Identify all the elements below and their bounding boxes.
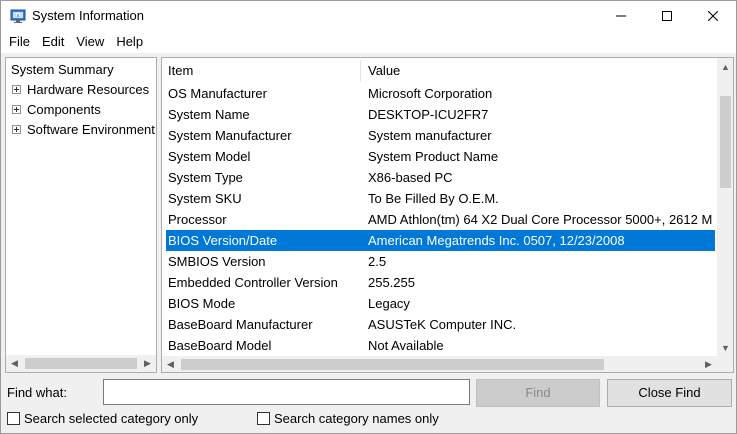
column-header-value[interactable]: Value (368, 58, 400, 84)
value-cell: To Be Filled By O.E.M. (368, 191, 499, 206)
menu-edit[interactable]: Edit (36, 31, 70, 53)
system-information-icon (10, 9, 26, 23)
minimize-button[interactable] (598, 1, 644, 31)
close-icon (708, 11, 718, 21)
window-title: System Information (32, 8, 144, 23)
app-window: System Information File Edit View Help S… (0, 0, 737, 434)
value-cell: 2.5 (368, 254, 387, 269)
item-cell: System SKU (168, 191, 242, 206)
table-row[interactable]: System Type X86-based PC (166, 167, 715, 188)
category-tree: System Summary Hardware Resources Compon… (5, 57, 157, 373)
tree-item-label: System Summary (11, 61, 114, 77)
find-what-label: Find what: (7, 385, 67, 400)
item-cell: System Model (168, 149, 251, 164)
table-row[interactable]: System Name DESKTOP-ICU2FR7 (166, 104, 715, 125)
value-cell: System manufacturer (368, 128, 492, 143)
scrollbar-thumb[interactable] (25, 358, 137, 369)
tree-item-components[interactable]: Components (12, 100, 101, 118)
tree-item-system-summary[interactable]: System Summary (8, 60, 117, 78)
menu-view[interactable]: View (70, 31, 110, 53)
menu-bar: File Edit View Help (1, 31, 736, 53)
scroll-right-icon[interactable]: ▶ (700, 356, 717, 372)
scroll-left-icon[interactable]: ◀ (6, 355, 23, 372)
tree-item-software-environment[interactable]: Software Environment (12, 120, 155, 138)
scroll-left-icon[interactable]: ◀ (162, 356, 179, 372)
table-row[interactable]: BIOS Version/Date American Megatrends Inc… (166, 230, 715, 251)
item-cell: System Type (168, 170, 243, 185)
expand-icon[interactable] (12, 104, 21, 114)
scrollbar-thumb[interactable] (720, 96, 731, 188)
list-vertical-scrollbar[interactable]: ▲ ▼ (717, 58, 733, 356)
checkbox-label: Search category names only (274, 411, 439, 426)
title-bar: System Information (1, 1, 736, 31)
item-cell: Embedded Controller Version (168, 275, 338, 290)
menu-help[interactable]: Help (110, 31, 149, 53)
details-list: Item Value OS Manufacturer Microsoft Corp… (161, 57, 734, 373)
value-cell: American Megatrends Inc. 0507, 12/23/200… (368, 233, 625, 248)
table-row[interactable]: Embedded Controller Version 255.255 (166, 272, 715, 293)
value-cell: Not Available (368, 338, 444, 353)
close-find-button[interactable]: Close Find (607, 379, 732, 407)
list-horizontal-scrollbar[interactable]: ◀ ▶ (162, 356, 717, 372)
table-row[interactable]: Processor AMD Athlon(tm) 64 X2 Dual Core … (166, 209, 715, 230)
search-selected-category-checkbox[interactable]: Search selected category only (7, 411, 198, 426)
value-cell: X86-based PC (368, 170, 453, 185)
scrollbar-corner (717, 356, 733, 372)
find-button[interactable]: Find (476, 379, 600, 407)
item-cell: BaseBoard Model (168, 338, 272, 353)
value-cell: 255.255 (368, 275, 415, 290)
value-cell: System Product Name (368, 149, 499, 164)
expand-icon[interactable] (12, 124, 21, 134)
close-button[interactable] (690, 1, 736, 31)
table-row[interactable]: OS Manufacturer Microsoft Corporation (166, 83, 715, 104)
tree-item-label: Hardware Resources (27, 81, 150, 97)
tree-item-label: Software Environment (27, 121, 155, 137)
list-header: Item Value (162, 58, 717, 84)
value-cell: Microsoft Corporation (368, 86, 493, 101)
tree-item-label: Components (27, 101, 101, 117)
item-cell: Processor (168, 212, 227, 227)
item-cell: BaseBoard Manufacturer (168, 317, 313, 332)
tree-horizontal-scrollbar[interactable]: ◀ ▶ (6, 355, 156, 372)
scroll-down-icon[interactable]: ▼ (717, 339, 733, 356)
scrollbar-thumb[interactable] (181, 359, 604, 370)
table-row[interactable]: System Manufacturer System manufacturer (166, 125, 715, 146)
checkbox-label: Search selected category only (24, 411, 199, 426)
minimize-icon (616, 15, 626, 17)
item-cell: BIOS Mode (168, 296, 236, 311)
item-cell: SMBIOS Version (168, 254, 266, 269)
expand-icon[interactable] (12, 84, 21, 94)
tree-item-hardware-resources[interactable]: Hardware Resources (12, 80, 149, 98)
item-cell: BIOS Version/Date (168, 233, 278, 248)
maximize-button[interactable] (644, 1, 690, 31)
table-row[interactable]: BaseBoard Manufacturer ASUSTeK Computer I… (166, 314, 715, 335)
item-cell: System Name (168, 107, 250, 122)
value-cell: Legacy (368, 296, 410, 311)
checkbox-box[interactable] (7, 412, 20, 425)
value-cell: ASUSTeK Computer INC. (368, 317, 517, 332)
find-what-input[interactable] (103, 379, 470, 405)
scroll-right-icon[interactable]: ▶ (139, 355, 156, 372)
table-row[interactable]: BaseBoard Model Not Available (166, 335, 715, 356)
column-header-item[interactable]: Item (168, 58, 193, 84)
table-row[interactable]: System SKU To Be Filled By O.E.M. (166, 188, 715, 209)
menu-file[interactable]: File (3, 31, 36, 53)
value-cell: DESKTOP-ICU2FR7 (368, 107, 489, 122)
maximize-icon (662, 11, 672, 21)
search-category-names-checkbox[interactable]: Search category names only (257, 411, 439, 426)
scroll-up-icon[interactable]: ▲ (717, 58, 733, 75)
value-cell: AMD Athlon(tm) 64 X2 Dual Core Processor… (368, 212, 713, 227)
item-cell: OS Manufacturer (168, 86, 267, 101)
checkbox-box[interactable] (257, 412, 270, 425)
table-row[interactable]: BIOS Mode Legacy (166, 293, 715, 314)
table-row[interactable]: System Model System Product Name (166, 146, 715, 167)
column-divider[interactable] (360, 60, 361, 82)
item-cell: System Manufacturer (168, 128, 292, 143)
table-row[interactable]: SMBIOS Version 2.5 (166, 251, 715, 272)
